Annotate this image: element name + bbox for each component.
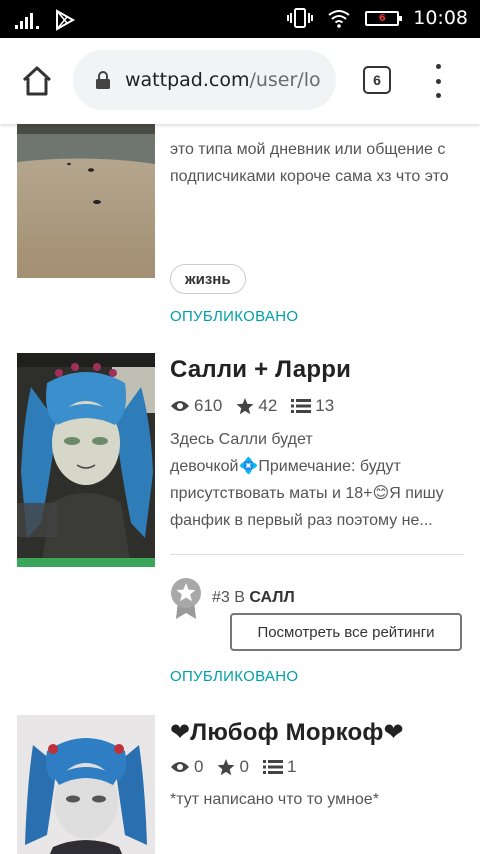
overflow-menu-icon[interactable] <box>430 64 446 98</box>
address-bar[interactable]: wattpad.com/user/lo <box>73 50 336 110</box>
views-count: 610 <box>194 396 223 415</box>
view-all-ratings-button[interactable]: Посмотреть все рейтинги <box>230 613 462 651</box>
url-path: /user/lo <box>249 69 321 91</box>
story-title[interactable]: ❤Любоф Моркоф❤ <box>170 718 404 747</box>
story-description: *тут написано что то умное* <box>170 791 379 808</box>
rank-in: В <box>234 589 245 606</box>
lock-icon[interactable] <box>95 70 111 90</box>
browser-toolbar: wattpad.com/user/lo 6 <box>0 38 480 124</box>
published-label: ОПУБЛИКОВАНО <box>170 668 299 685</box>
views-icon <box>171 762 189 772</box>
ranking-badge-icon <box>171 578 201 619</box>
story-title[interactable]: Салли + Ларри <box>170 356 351 384</box>
play-store-icon <box>56 9 76 31</box>
url-domain: wattpad.com <box>125 69 250 91</box>
rank-category: САЛЛ <box>249 589 295 606</box>
parts-count: 13 <box>315 396 335 415</box>
story-list: это типа мой дневник или общение с подпи… <box>0 124 480 854</box>
votes-count: 42 <box>258 396 278 415</box>
star-icon <box>217 758 235 775</box>
url-text[interactable]: wattpad.com/user/lo <box>125 69 321 91</box>
rank-number: #3 <box>212 589 230 606</box>
story-cover[interactable] <box>17 353 155 567</box>
star-icon <box>236 397 254 414</box>
views-count: 0 <box>194 757 204 776</box>
clock: 10:08 <box>413 7 468 29</box>
story-cover[interactable] <box>17 715 155 854</box>
parts-list-icon <box>262 760 283 774</box>
tag-chip[interactable]: жизнь <box>170 264 246 294</box>
status-bar: 6 10:08 <box>0 0 480 38</box>
parts-list-icon <box>291 399 312 413</box>
views-icon <box>171 401 189 411</box>
story-cover[interactable] <box>17 124 155 278</box>
story-stats: 0 0 1 <box>170 757 310 777</box>
ranking-text: #3 В САЛЛ <box>212 589 295 607</box>
published-label: ОПУБЛИКОВАНО <box>170 308 299 325</box>
story-stats: 610 42 13 <box>170 396 348 416</box>
home-icon[interactable] <box>18 62 56 100</box>
signal-icon <box>15 13 39 29</box>
tab-switcher-button[interactable]: 6 <box>363 66 391 94</box>
story-description: Здесь Салли будет девочкой💠Примечание: б… <box>170 431 444 529</box>
wifi-icon <box>328 10 350 28</box>
votes-count: 0 <box>239 757 249 776</box>
story-description: это типа мой дневник или общение с подпи… <box>170 141 449 185</box>
battery-level: 6 <box>378 12 386 24</box>
divider <box>170 554 464 555</box>
parts-count: 1 <box>286 757 297 776</box>
vibrate-icon <box>287 8 314 28</box>
battery-icon: 6 <box>365 10 403 26</box>
tab-count: 6 <box>373 72 381 88</box>
